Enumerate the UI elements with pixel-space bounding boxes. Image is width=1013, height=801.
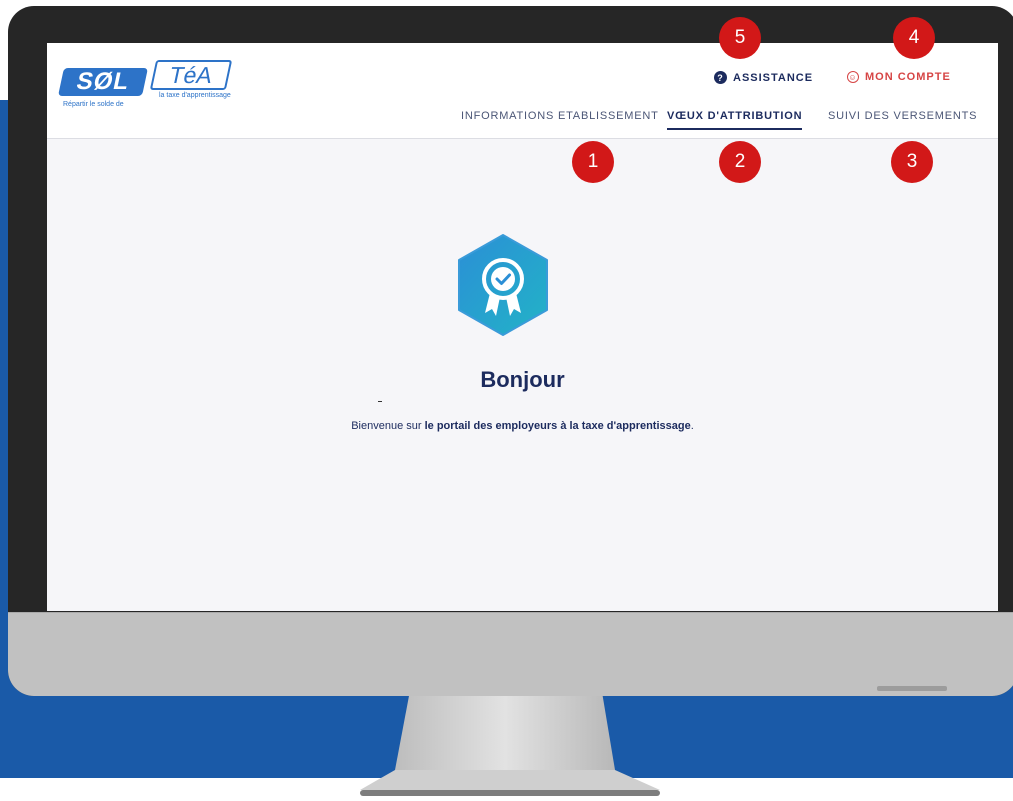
- assistance-label: ASSISTANCE: [733, 71, 814, 84]
- help-circle-icon: ?: [714, 71, 727, 84]
- account-link[interactable]: ☺ MON COMPTE: [847, 71, 951, 83]
- divider-dash: [378, 401, 382, 402]
- logo-sol: SØL: [58, 68, 148, 96]
- logo-subtitle-right: la taxe d'apprentissage: [159, 92, 231, 99]
- welcome-suffix: .: [690, 420, 694, 432]
- header-bar: SØL TéA Répartir le solde de la taxe d'a…: [47, 43, 998, 139]
- annotation-marker-4: 4: [893, 17, 935, 59]
- welcome-text: Bienvenue sur le portail des employeurs …: [47, 420, 998, 432]
- annotation-marker-5: 5: [719, 17, 761, 59]
- logo-subtitle-left: Répartir le solde de: [63, 101, 124, 108]
- tab-suivi-versements[interactable]: SUIVI DES VERSEMENTS: [828, 110, 977, 128]
- award-badge-icon: [458, 234, 548, 336]
- welcome-prefix: Bienvenue sur: [351, 420, 425, 432]
- user-circle-icon: ☺: [847, 71, 859, 83]
- monitor-stand: [360, 680, 660, 796]
- assistance-link[interactable]: ? ASSISTANCE: [714, 71, 813, 84]
- tab-informations-etablissement[interactable]: INFORMATIONS ETABLISSEMENT: [461, 110, 659, 128]
- welcome-bold: le portail des employeurs à la taxe d'ap…: [424, 420, 691, 432]
- tab-voeux-attribution[interactable]: VŒUX D'ATTRIBUTION: [667, 110, 803, 130]
- greeting-title: Bonjour: [480, 367, 565, 392]
- annotation-marker-2: 2: [719, 141, 761, 183]
- logo-tea: TéA: [149, 60, 233, 90]
- monitor-chin: [8, 612, 1013, 696]
- annotation-marker-3: 3: [891, 141, 933, 183]
- app-screen: SØL TéA Répartir le solde de la taxe d'a…: [47, 43, 998, 611]
- account-label: MON COMPTE: [865, 71, 951, 83]
- annotation-marker-1: 1: [572, 141, 614, 183]
- monitor-notch: [877, 686, 947, 691]
